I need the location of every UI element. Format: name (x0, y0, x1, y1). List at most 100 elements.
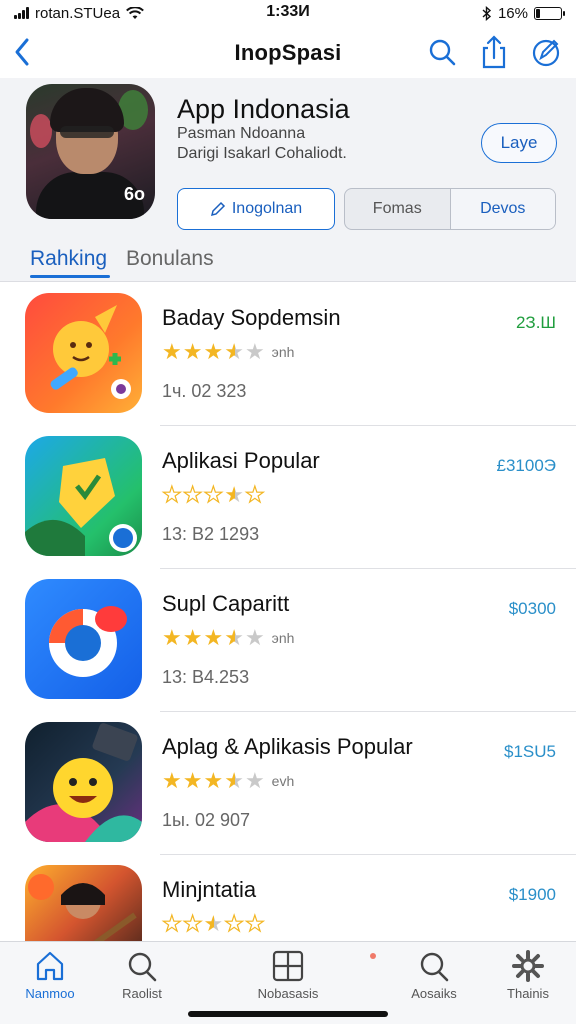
star-rating: ★ ★ ★ ★ ★ эnh (162, 625, 294, 651)
navigation-bar: InopSpasi (0, 28, 576, 78)
star-icon: ★ (182, 339, 203, 364)
app-header: 6o App Indonasia Pasman Ndoanna Darigi I… (0, 78, 576, 244)
app-price[interactable]: 2З.Ш (516, 313, 556, 333)
status-bar: rotan.STUea 1:33И 16% (0, 0, 576, 26)
battery-icon (534, 6, 565, 20)
tabbar-label: Aosaiks (411, 986, 457, 1001)
app-icon (25, 722, 142, 842)
star-icon: ★ (224, 625, 244, 650)
search-icon (128, 952, 157, 982)
app-title: Aplikasi Popular (162, 448, 320, 473)
star-icon: ★ (244, 625, 265, 650)
star-icon: ★ (182, 625, 203, 650)
page-title: InopSpasi (234, 40, 342, 65)
app-icon[interactable]: 6o (26, 84, 155, 219)
app-meta: 1ч. 02 323 (162, 381, 247, 401)
wifi-icon (126, 6, 144, 19)
home-icon (36, 951, 64, 981)
rating-count: evh (271, 773, 295, 789)
tabbar-label: Thainis (507, 986, 549, 1001)
flower-decoration (30, 114, 52, 148)
app-icon-badge: 6o (123, 184, 145, 204)
app-price[interactable]: $1SU5 (504, 742, 556, 762)
star-icon: ★ (161, 910, 182, 936)
app-icon (25, 436, 142, 556)
app-meta: 1ы. 02 907 (162, 810, 251, 830)
rating-count: эnh (271, 630, 295, 646)
tab-indicator (30, 275, 110, 278)
app-description: Darigi Isakarl Cohaliodt. (177, 145, 347, 162)
clock: 1:33И (266, 3, 310, 20)
app-price[interactable]: £3100Э (497, 456, 557, 476)
app-meta: 13: B4.253 (162, 667, 250, 687)
star-icon: ★ (244, 910, 265, 936)
status-left: rotan.STUea (14, 5, 144, 22)
grid-icon (272, 950, 304, 982)
star-icon: ★ (203, 481, 224, 507)
star-icon: ★ (224, 482, 244, 507)
search-icon[interactable] (426, 34, 458, 70)
status-right: 16% (482, 4, 565, 22)
battery-percent: 16% (497, 4, 528, 22)
star-icon: ★ (224, 910, 245, 936)
star-icon: ★ (203, 339, 224, 364)
tabbar-item-settings[interactable]: Thainis (478, 950, 576, 1010)
star-icon: ★ (161, 481, 182, 507)
segment-right[interactable]: Devos (450, 189, 555, 229)
share-icon[interactable] (478, 34, 510, 70)
tab-bonus[interactable]: Bonulans (126, 247, 214, 271)
star-rating: ★ ★ ★ ★ ★ эnh (162, 339, 294, 365)
app-name: App Indonasia (177, 94, 350, 124)
edit-icon (210, 201, 225, 217)
app-price[interactable]: $1900 (509, 885, 556, 905)
star-icon: ★ (224, 339, 244, 364)
star-rating: ★ ★ ★ ★ ★ evh (162, 768, 294, 794)
back-chevron-icon[interactable] (10, 34, 34, 70)
tabbar-label: Nobasasis (257, 986, 319, 1001)
app-meta: 13: B2 1293 (162, 524, 260, 544)
tabbar-item-search[interactable]: Raolist (92, 950, 192, 1010)
edit-icon[interactable] (530, 34, 562, 70)
star-icon: ★ (162, 768, 182, 793)
app-price[interactable]: $0300 (509, 599, 556, 619)
primary-action-button[interactable]: Inogolnan (177, 188, 335, 230)
smiley-icon (25, 723, 142, 842)
list-item[interactable]: Aplikasi Popular £3100Э ★ ★ ★ ★ ★ 13: B2 129… (0, 426, 576, 569)
home-indicator[interactable] (188, 1011, 388, 1017)
star-icon: ★ (182, 481, 203, 507)
star-icon: ★ (203, 625, 224, 650)
notification-dot (370, 953, 376, 959)
gear-icon (512, 950, 544, 982)
tabbar-item-grid[interactable]: Nobasasis (238, 950, 338, 1010)
star-icon: ★ (182, 768, 203, 793)
tabbar-label: Raolist (122, 986, 162, 1001)
search-icon (420, 952, 449, 982)
star-icon: ★ (162, 625, 182, 650)
tab-ranking[interactable]: Rahking (30, 247, 107, 271)
bluetooth-icon (482, 5, 492, 21)
tab-strip: Rahking Bonulans (0, 244, 576, 282)
app-developer: Pasman Ndoanna (177, 125, 306, 142)
star-icon: ★ (244, 339, 265, 364)
list-item[interactable]: Baday Sopdemsin 2З.Ш ★ ★ ★ ★ ★ эnh 1ч. 02 323 (0, 283, 576, 426)
star-icon: ★ (203, 768, 224, 793)
mascot-icon (50, 305, 131, 399)
tabbar-label: Nanmoo (25, 986, 75, 1001)
tabbar-item-discover[interactable]: Aosaiks (384, 950, 484, 1010)
list-item[interactable]: Supl Caparitt $0300 ★ ★ ★ ★ ★ эnh 13: B4.253 (0, 569, 576, 712)
segment-left[interactable]: Fomas (345, 189, 451, 229)
rating-count: эnh (271, 344, 295, 360)
tabbar-item-home[interactable]: Nanmoo (0, 950, 100, 1010)
signal-icon (14, 7, 29, 19)
app-title: Minjntatia (162, 877, 257, 902)
segmented-control: Fomas Devos (344, 188, 556, 230)
app-icon (25, 293, 142, 413)
save-button[interactable]: Laye (481, 123, 557, 163)
app-title: Supl Caparitt (162, 591, 290, 616)
star-rating: ★ ★ ★ ★ ★ (161, 481, 265, 508)
app-title: Aplag & Aplikasis Popular (162, 734, 413, 759)
list-item[interactable]: Aplag & Aplikasis Popular $1SU5 ★ ★ ★ ★ ★ evh… (0, 712, 576, 855)
star-icon: ★ (244, 768, 265, 793)
chat-bubble-icon (49, 606, 127, 677)
primary-action-label: Inogolnan (231, 200, 303, 217)
